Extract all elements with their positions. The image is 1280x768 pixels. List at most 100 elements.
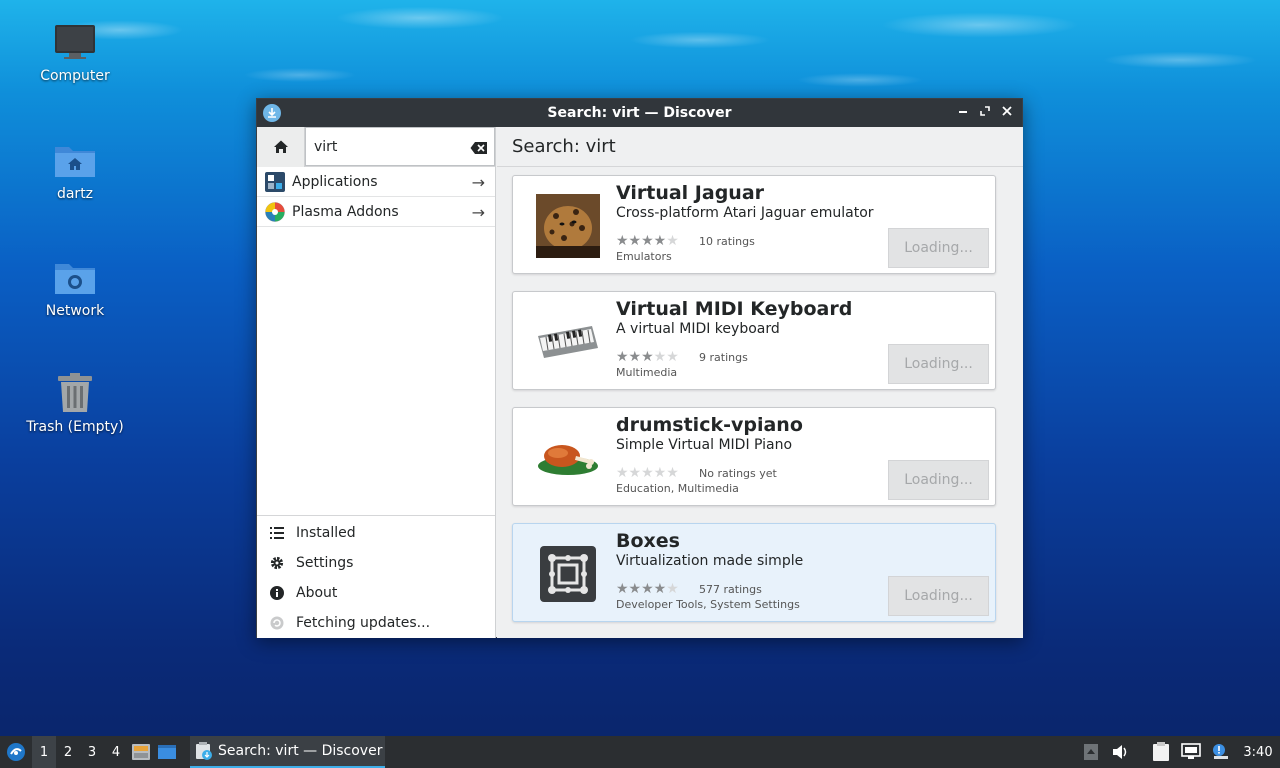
- app-description: Simple Virtual MIDI Piano: [616, 437, 793, 453]
- info-icon: [269, 585, 285, 601]
- home-icon: [273, 140, 288, 153]
- taskbar: 1 2 3 4 Search: virt — Discover 3:40: [0, 736, 1280, 768]
- app-categories: Multimedia: [616, 366, 678, 379]
- clock[interactable]: 3:40: [1236, 745, 1280, 760]
- workspace-1[interactable]: 1: [32, 736, 56, 768]
- trash-icon: [53, 373, 97, 413]
- sidebar-bottom-nav: Installed Settings About Fetching update…: [257, 515, 495, 638]
- star-rating: ★★★★★: [616, 581, 679, 597]
- app-categories: Developer Tools, System Settings: [616, 598, 800, 611]
- workspace-2[interactable]: 2: [56, 736, 80, 768]
- discover-window: Search: virt — Discover virt Application…: [256, 98, 1023, 638]
- result-card-boxes[interactable]: Boxes Virtualization made simple ★★★★★ 5…: [512, 523, 996, 622]
- nav-about[interactable]: About: [257, 578, 495, 608]
- desktop-icon-trash[interactable]: Trash (Empty): [20, 373, 130, 435]
- ratings-count: 577 ratings: [699, 583, 762, 596]
- desktop-icon-label: Computer: [40, 68, 110, 84]
- category-plasma-addons[interactable]: Plasma Addons →: [257, 197, 495, 227]
- desktop-icon-label: dartz: [56, 186, 94, 202]
- category-label: Plasma Addons: [292, 203, 399, 220]
- minimize-button[interactable]: [956, 105, 970, 119]
- network-status-button[interactable]: [1176, 736, 1206, 768]
- app-name: Virtual Jaguar: [616, 182, 765, 204]
- lubuntu-logo-icon: [7, 743, 25, 761]
- sidebar: Applications → Plasma Addons → Installed…: [257, 127, 496, 638]
- nav-fetching-updates[interactable]: Fetching updates...: [257, 608, 495, 638]
- discover-app-icon[interactable]: [263, 104, 281, 122]
- file-manager-launcher[interactable]: [128, 736, 154, 768]
- drumstick-icon: [535, 425, 601, 491]
- clear-search-button[interactable]: [470, 140, 488, 154]
- maximize-button[interactable]: [978, 105, 992, 119]
- nav-label: About: [296, 585, 338, 601]
- start-menu-button[interactable]: [0, 736, 32, 768]
- window-titlebar[interactable]: Search: virt — Discover: [257, 99, 1022, 127]
- search-row: [257, 127, 495, 167]
- search-input[interactable]: [306, 128, 494, 166]
- show-desktop-launcher[interactable]: [154, 736, 180, 768]
- star-rating: ★★★★★: [616, 349, 679, 365]
- volume-button[interactable]: [1106, 736, 1136, 768]
- window-title: Search: virt — Discover: [547, 105, 732, 121]
- plasma-addons-icon: [265, 201, 285, 222]
- result-card-virtual-jaguar[interactable]: Virtual Jaguar Cross-platform Atari Jagu…: [512, 175, 996, 274]
- app-description: Virtualization made simple: [616, 553, 804, 569]
- ratings-count: 9 ratings: [699, 351, 748, 364]
- desktop-icon-label: Network: [45, 303, 105, 319]
- update-notifier-button[interactable]: [1206, 736, 1236, 768]
- arrow-up-icon: [1084, 744, 1098, 760]
- nav-installed[interactable]: Installed: [257, 518, 495, 548]
- category-applications[interactable]: Applications →: [257, 167, 495, 197]
- nav-settings[interactable]: Settings: [257, 548, 495, 578]
- install-button[interactable]: Loading...: [888, 460, 989, 500]
- tray-expand-button[interactable]: [1076, 736, 1106, 768]
- monitor-icon: [53, 22, 97, 62]
- nav-label: Settings: [296, 555, 354, 571]
- close-button[interactable]: [1000, 105, 1014, 119]
- list-icon: [269, 525, 285, 541]
- desktop-icon-computer[interactable]: Computer: [20, 22, 130, 84]
- arrow-right-icon: →: [471, 173, 485, 192]
- install-button[interactable]: Loading...: [888, 576, 989, 616]
- desktop-icon-label: Trash (Empty): [26, 419, 124, 435]
- search-field[interactable]: [305, 127, 495, 166]
- result-card-virtual-midi-keyboard[interactable]: Virtual MIDI Keyboard A virtual MIDI key…: [512, 291, 996, 390]
- speaker-icon: [1113, 745, 1127, 759]
- arrow-right-icon: →: [471, 203, 485, 222]
- task-label: Search: virt — Discover: [218, 743, 383, 759]
- app-name: drumstick-vpiano: [616, 414, 803, 436]
- discover-task-icon: [196, 742, 212, 760]
- network-folder-icon: [53, 257, 97, 297]
- category-label: Applications: [292, 173, 378, 190]
- desktop-icon-home[interactable]: dartz: [20, 140, 130, 202]
- install-button[interactable]: Loading...: [888, 344, 989, 384]
- home-button[interactable]: [257, 127, 305, 167]
- file-cabinet-icon: [132, 744, 150, 760]
- taskbar-task-discover[interactable]: Search: virt — Discover: [190, 736, 385, 768]
- result-card-drumstick-vpiano[interactable]: drumstick-vpiano Simple Virtual MIDI Pia…: [512, 407, 996, 506]
- nav-label: Fetching updates...: [296, 615, 431, 631]
- tray-spacer: [1136, 736, 1146, 768]
- network-wired-icon: [1181, 743, 1201, 759]
- desktop-icon-network[interactable]: Network: [20, 257, 130, 319]
- applications-icon: [265, 171, 285, 192]
- ratings-count: 10 ratings: [699, 235, 755, 248]
- refresh-icon: [269, 615, 285, 631]
- ratings-count: No ratings yet: [699, 467, 777, 480]
- nav-label: Installed: [296, 525, 356, 541]
- star-rating: ★★★★★: [616, 233, 679, 249]
- install-button[interactable]: Loading...: [888, 228, 989, 268]
- home-folder-icon: [53, 140, 97, 180]
- app-categories: Emulators: [616, 250, 672, 263]
- workspace-3[interactable]: 3: [80, 736, 104, 768]
- app-categories: Education, Multimedia: [616, 482, 739, 495]
- app-description: Cross-platform Atari Jaguar emulator: [616, 205, 874, 221]
- clipboard-button[interactable]: [1146, 736, 1176, 768]
- app-name: Virtual MIDI Keyboard: [616, 298, 853, 320]
- gear-icon: [269, 555, 285, 571]
- workspace-4[interactable]: 4: [104, 736, 128, 768]
- desktop-icon: [158, 745, 176, 759]
- app-description: A virtual MIDI keyboard: [616, 321, 780, 337]
- system-tray: 3:40: [1076, 736, 1280, 768]
- jaguar-thumbnail-icon: [535, 193, 601, 259]
